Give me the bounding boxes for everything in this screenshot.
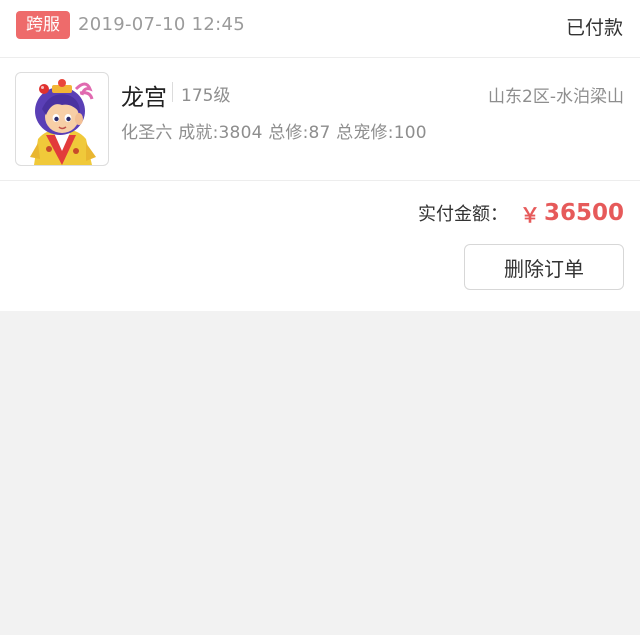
divider xyxy=(0,180,640,181)
cross-server-badge: 跨服 xyxy=(16,11,70,39)
payment-label: 实付金额： xyxy=(417,204,508,225)
order-card: 跨服 2019-07-10 12:45 已付款 龙宫 175级 山东2区-水泊梁… xyxy=(0,0,640,311)
currency-symbol: ￥ xyxy=(519,202,540,227)
character-stats: 化圣六 成就:3804 总修:87 总宠修:100 xyxy=(121,123,427,143)
delete-order-button[interactable]: 删除订单 xyxy=(464,244,624,290)
server-name: 山东2区-水泊梁山 xyxy=(488,87,624,107)
product-title: 龙宫 xyxy=(121,85,167,111)
character-level: 175级 xyxy=(181,86,231,106)
order-status: 已付款 xyxy=(565,17,623,39)
product-row[interactable]: 龙宫 175级 山东2区-水泊梁山 化圣六 成就:3804 总修:87 总宠修:… xyxy=(0,58,640,180)
payment-amount: 实付金额： ￥ 36500 xyxy=(418,196,624,230)
divider xyxy=(172,82,173,102)
character-avatar-icon xyxy=(15,72,109,166)
order-header: 跨服 2019-07-10 12:45 已付款 xyxy=(0,0,640,54)
payment-value: 36500 xyxy=(543,200,624,226)
order-timestamp: 2019-07-10 12:45 xyxy=(78,14,246,35)
